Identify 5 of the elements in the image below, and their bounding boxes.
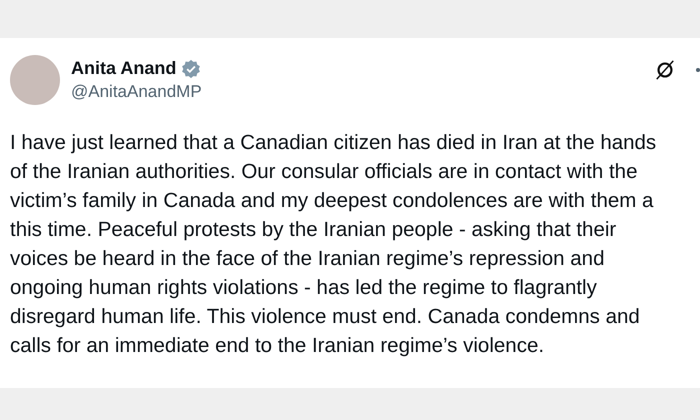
- more-icon[interactable]: [696, 68, 700, 72]
- author-name[interactable]: Anita Anand: [71, 58, 176, 79]
- author-handle[interactable]: @AnitaAnandMP: [71, 82, 202, 102]
- post-text: I have just learned that a Canadian citizen has died in Iran at the hands of the Iranian authorities. Our consular officials are in contact with the victim’s family in Canada and my deepest condolences are with them a this time. Peaceful protests by the Iranian people - asking that their voices be heard in the face of the Iranian regime’s repression and ongoing human rights violations - has led the regime to flagrantly disregard human life. This violence must end. Canada condemns and calls for an immediate end to the Iranian regime’s violence.: [10, 130, 658, 359]
- slashed-circle-icon[interactable]: [654, 59, 676, 81]
